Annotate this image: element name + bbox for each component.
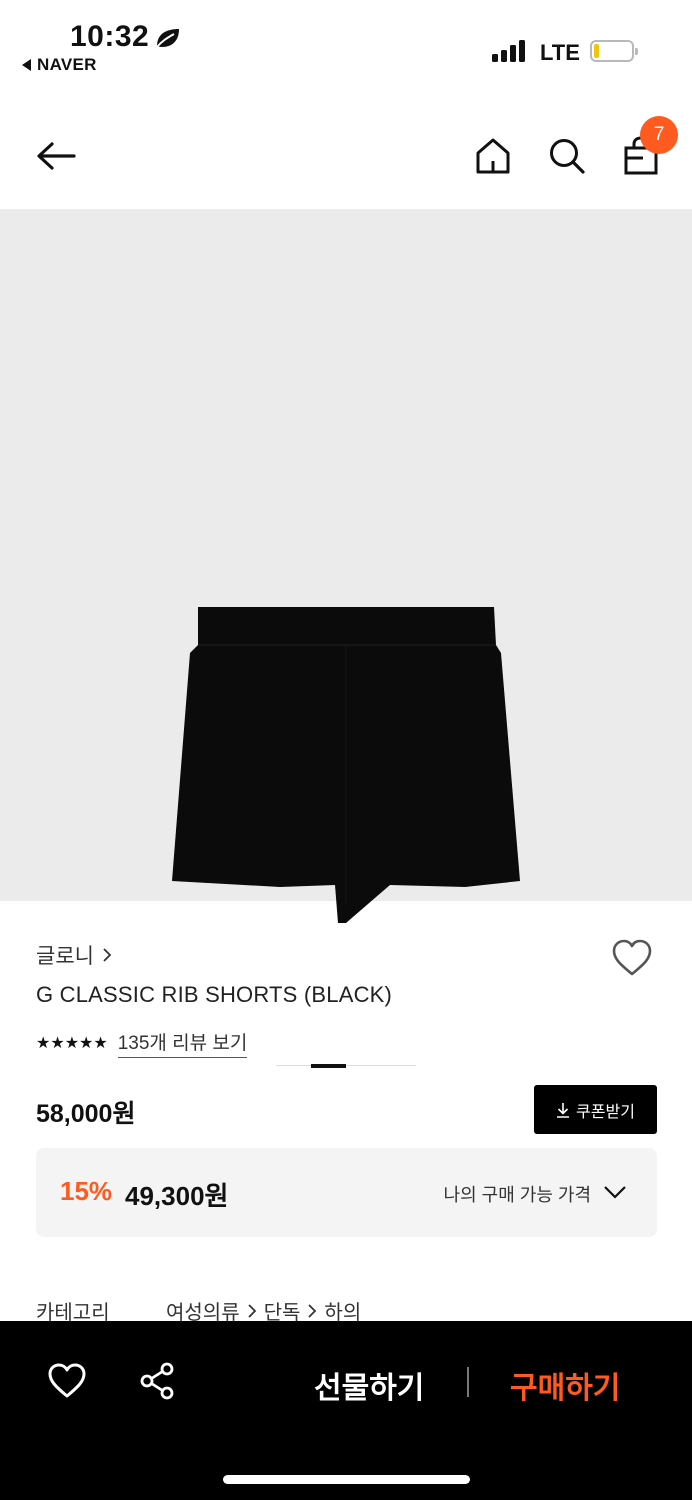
discount-price: 49,300원 — [125, 1181, 229, 1211]
rating-stars-icon: ★★★★★ — [36, 1035, 108, 1052]
chevron-right-icon — [103, 948, 112, 962]
chevron-right-icon — [247, 1303, 256, 1318]
page-indicator-active — [311, 1064, 346, 1068]
back-app-label: NAVER — [37, 55, 97, 74]
divider — [467, 1367, 469, 1397]
product-image — [172, 607, 520, 923]
original-price: 58,000원 — [36, 1100, 136, 1128]
my-price-label: 나의 구매 가능 가격 — [443, 1185, 591, 1205]
home-indicator — [223, 1475, 470, 1484]
image-page-indicator — [276, 1064, 416, 1068]
battery-icon — [590, 40, 638, 62]
bottom-action-bar: 선물하기 구매하기 — [0, 1321, 692, 1500]
my-price-dropdown[interactable]: 15% 49,300원 나의 구매 가능 가격 — [36, 1148, 657, 1237]
search-button[interactable] — [543, 132, 591, 180]
wishlist-heart-icon[interactable] — [611, 938, 653, 978]
network-label: LTE — [540, 40, 580, 65]
brand-name: 글로니 — [36, 945, 94, 968]
home-button[interactable] — [469, 132, 517, 180]
back-to-app-button[interactable]: NAVER — [22, 55, 97, 75]
status-time: 10:32 — [70, 20, 150, 53]
gift-button[interactable]: 선물하기 — [314, 1363, 424, 1407]
nav-bar — [0, 96, 692, 209]
product-image-carousel[interactable] — [0, 209, 692, 1068]
rating-row: ★★★★★ 135개 리뷰 보기 — [36, 1028, 248, 1058]
status-bar: 10:32 NAVER LTE — [0, 0, 692, 96]
chevron-down-icon — [604, 1186, 626, 1199]
coupon-label: 쿠폰받기 — [576, 1103, 635, 1121]
heart-icon[interactable] — [46, 1361, 88, 1401]
home-icon — [476, 138, 510, 174]
coupon-button[interactable]: 쿠폰받기 — [534, 1085, 657, 1134]
back-triangle-icon — [22, 59, 31, 71]
chevron-right-icon — [308, 1303, 317, 1318]
buy-button[interactable]: 구매하기 — [510, 1363, 620, 1407]
signal-icon — [492, 40, 528, 62]
search-icon — [550, 139, 585, 174]
back-button[interactable] — [32, 132, 80, 180]
download-icon — [557, 1102, 570, 1118]
back-arrow-icon — [37, 142, 76, 170]
cart-count-badge: 7 — [640, 116, 678, 154]
leaf-icon — [156, 29, 179, 48]
share-icon[interactable] — [138, 1361, 178, 1401]
brand-link[interactable]: 글로니 — [36, 940, 112, 970]
discount-rate: 15% — [60, 1176, 113, 1206]
review-link[interactable]: 135개 리뷰 보기 — [117, 1028, 248, 1058]
product-name: G CLASSIC RIB SHORTS (BLACK) — [36, 982, 393, 1007]
battery-level — [594, 44, 599, 58]
